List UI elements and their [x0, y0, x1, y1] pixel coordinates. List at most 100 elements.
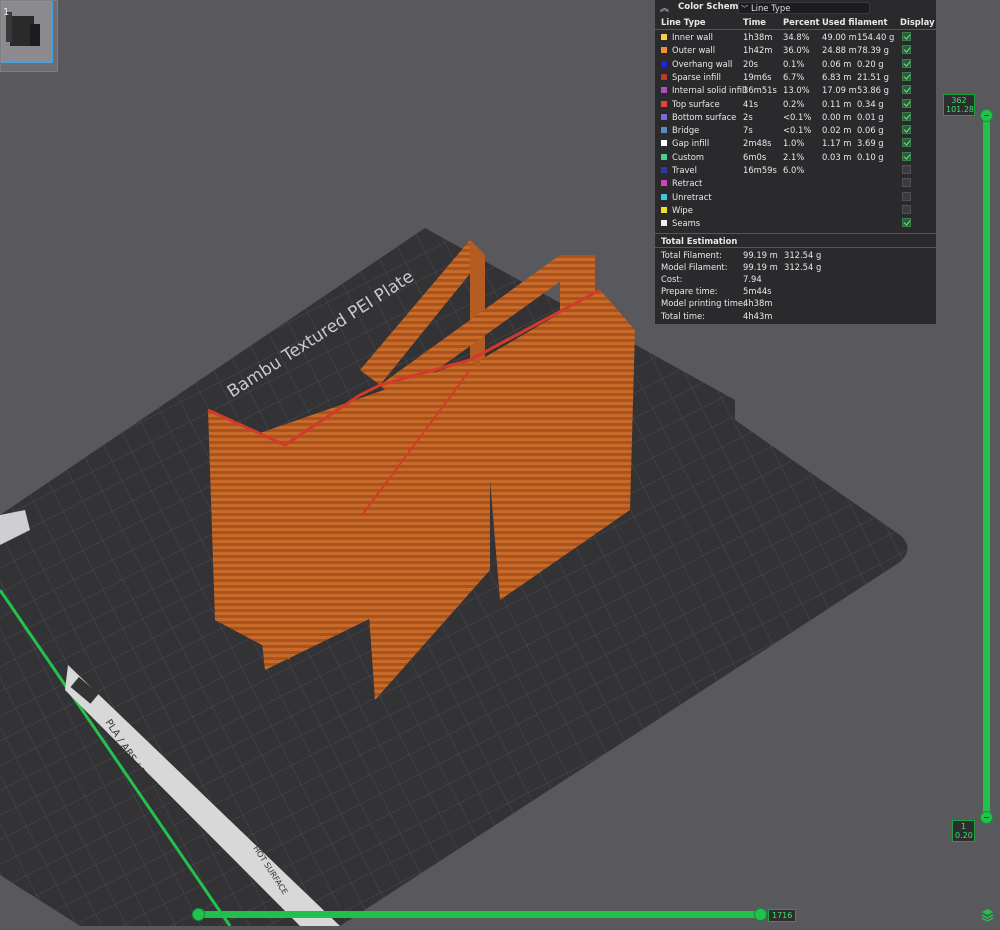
estimation-row: Total Filament: 99.19 m 312.54 g	[655, 250, 936, 262]
line-type-percent: 2.1%	[783, 151, 805, 162]
estimation-value-2: 312.54 g	[784, 262, 822, 273]
display-checkbox[interactable]	[902, 191, 911, 201]
color-swatch	[661, 153, 667, 160]
display-checkbox[interactable]	[902, 151, 911, 161]
color-swatch	[661, 47, 667, 54]
display-checkbox[interactable]	[902, 111, 911, 121]
line-type-weight: 0.01 g	[857, 111, 884, 122]
display-checkbox[interactable]	[902, 138, 911, 148]
line-type-length: 0.03 m	[822, 151, 852, 162]
col-display: Display	[900, 17, 935, 27]
line-type-label: Wipe	[672, 204, 693, 215]
line-type-length: 0.11 m	[822, 98, 852, 109]
display-checkbox[interactable]	[902, 204, 911, 214]
legend-row: Outer wall 1h42m 36.0% 24.88 m 78.39 g	[655, 44, 936, 57]
line-type-label: Custom	[672, 151, 705, 162]
layers-icon[interactable]	[981, 908, 994, 922]
display-checkbox[interactable]	[902, 165, 911, 174]
color-swatch	[661, 140, 667, 147]
legend-row: Bridge 7s <0.1% 0.02 m 0.06 g	[655, 124, 936, 137]
layer-bottom-height: 0.20	[955, 831, 973, 840]
col-time: Time	[743, 17, 766, 27]
legend-row: Travel 16m59s 6.0%	[655, 164, 936, 177]
display-checkbox[interactable]	[902, 32, 911, 41]
line-type-weight: 0.20 g	[857, 58, 884, 69]
color-swatch	[661, 127, 667, 134]
estimation-value: 4h38m	[743, 298, 773, 309]
line-type-time: 2s	[743, 111, 753, 122]
estimation-value-2: 312.54 g	[784, 250, 822, 260]
layer-slider-bottom-handle[interactable]	[980, 811, 993, 824]
estimation-label: Total time:	[661, 310, 705, 321]
color-swatch	[661, 206, 667, 213]
estimation-label: Prepare time:	[661, 286, 718, 297]
line-type-label: Gap infill	[672, 138, 710, 149]
col-line-type: Line Type	[661, 17, 706, 27]
line-type-label: Unretract	[672, 191, 712, 202]
display-checkbox[interactable]	[902, 45, 911, 55]
color-scheme-dropdown[interactable]: ﹀ Line Type	[738, 2, 870, 14]
line-type-label: Inner wall	[672, 32, 713, 42]
color-swatch	[661, 220, 667, 227]
col-percent: Percent	[783, 17, 820, 27]
legend-row: Retract	[655, 177, 936, 190]
layer-bottom-label: 1 0.20	[952, 820, 975, 842]
color-swatch	[661, 167, 667, 173]
layer-bottom-number: 1	[960, 822, 967, 831]
line-type-time: 41s	[743, 98, 759, 109]
layer-top-height: 101.28	[946, 105, 974, 114]
line-type-percent: 1.0%	[783, 138, 805, 149]
move-slider-track[interactable]	[198, 911, 760, 918]
line-type-label: Internal solid infill	[672, 85, 747, 96]
line-type-percent: <0.1%	[783, 125, 812, 136]
display-checkbox[interactable]	[902, 178, 911, 188]
line-type-time: 20s	[743, 58, 759, 69]
line-type-percent: <0.1%	[783, 111, 812, 122]
display-checkbox[interactable]	[902, 71, 911, 81]
line-type-label: Sparse infill	[672, 71, 721, 82]
collapse-icon[interactable]: ︽	[660, 1, 669, 14]
display-checkbox[interactable]	[902, 85, 911, 95]
line-type-length: 0.06 m	[822, 58, 852, 69]
display-checkbox[interactable]	[902, 58, 911, 68]
move-slider-handle[interactable]	[754, 908, 767, 921]
line-type-time: 36m51s	[743, 85, 777, 96]
plate-thumbnail[interactable]: 1	[0, 0, 58, 72]
line-type-time: 2m48s	[743, 138, 772, 149]
legend-header[interactable]: ︽ Color Scheme ﹀ Line Type	[655, 0, 936, 15]
legend-row: Gap infill 2m48s 1.0% 1.17 m 3.69 g	[655, 137, 936, 150]
legend-row: Unretract	[655, 191, 936, 204]
line-type-time: 1h42m	[743, 45, 773, 56]
line-type-time: 19m6s	[743, 71, 772, 82]
legend-title: Color Scheme	[678, 2, 745, 12]
legend-row: Bottom surface 2s <0.1% 0.00 m 0.01 g	[655, 111, 936, 124]
line-type-label: Bridge	[672, 125, 700, 136]
line-type-length: 49.00 m	[822, 32, 857, 42]
line-type-label: Seams	[672, 218, 701, 229]
move-slider-start-handle[interactable]	[192, 908, 205, 921]
line-type-percent: 34.8%	[783, 32, 810, 42]
layer-slider-top-handle[interactable]	[980, 109, 993, 122]
estimation-row: Prepare time: 5m44s	[655, 286, 936, 298]
color-swatch	[661, 60, 667, 67]
line-type-weight: 78.39 g	[857, 45, 889, 56]
line-type-label: Retract	[672, 178, 703, 189]
display-checkbox[interactable]	[902, 98, 911, 108]
layer-slider-track[interactable]	[983, 112, 990, 818]
legend-row: Custom 6m0s 2.1% 0.03 m 0.10 g	[655, 151, 936, 164]
color-swatch	[661, 34, 667, 40]
estimation-label: Total Filament:	[661, 250, 722, 260]
line-type-weight: 53.86 g	[857, 85, 889, 96]
estimation-value: 4h43m	[743, 310, 773, 321]
estimation-label: Cost:	[661, 274, 683, 285]
estimation-row: Cost: 7.94	[655, 274, 936, 286]
color-swatch	[661, 193, 667, 200]
estimation-value: 7.94	[743, 274, 762, 285]
color-swatch	[661, 73, 667, 80]
legend-row: Top surface 41s 0.2% 0.11 m 0.34 g	[655, 98, 936, 111]
estimation-label: Model printing time:	[661, 298, 746, 309]
display-checkbox[interactable]	[902, 218, 911, 228]
line-type-label: Top surface	[672, 98, 720, 109]
display-checkbox[interactable]	[902, 125, 911, 135]
line-type-time: 16m59s	[743, 165, 777, 175]
